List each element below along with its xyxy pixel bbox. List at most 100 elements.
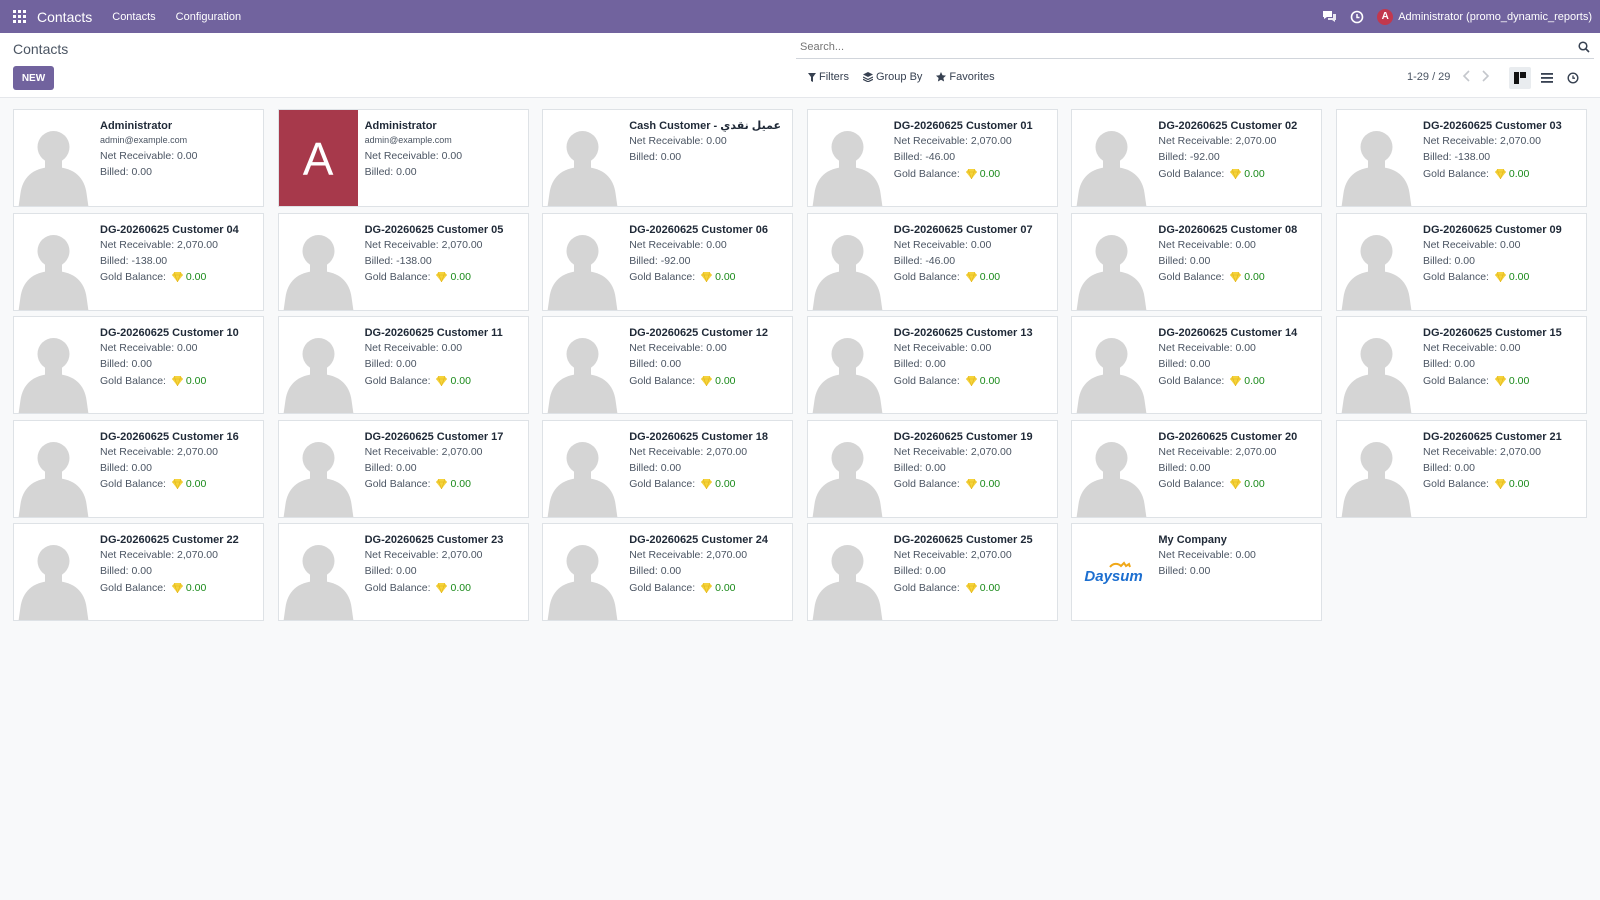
net-receivable: Net Receivable: 0.00	[629, 340, 788, 356]
contact-card[interactable]: DG-20260625 Customer 21 Net Receivable: 2…	[1336, 419, 1587, 518]
contact-card[interactable]: DG-20260625 Customer 25 Net Receivable: 2…	[806, 523, 1058, 621]
contact-card[interactable]: DG-20260625 Customer 14 Net Receivable: 0…	[1071, 316, 1323, 414]
search-icon[interactable]	[1578, 41, 1590, 56]
filters-button[interactable]: Filters	[808, 71, 849, 83]
activity-view-icon[interactable]	[1562, 67, 1584, 89]
gold-balance: Gold Balance: 0.00	[629, 580, 788, 596]
net-receivable-label: Net Receivable:	[1158, 549, 1236, 561]
contact-card[interactable]: DG-20260625 Customer 12 Net Receivable: 0…	[542, 316, 794, 414]
gold-balance: Gold Balance: 0.00	[1158, 373, 1317, 389]
net-receivable-value: 2,070.00	[441, 238, 483, 251]
avatar-placeholder	[807, 524, 887, 620]
billed: Billed: 0.00	[100, 460, 259, 476]
net-receivable-label: Net Receivable:	[629, 445, 707, 458]
net-receivable-value: 0.00	[177, 150, 198, 162]
chat-icon[interactable]	[1321, 9, 1337, 25]
card-body: DG-20260625 Customer 13 Net Receivable: 0…	[894, 326, 1053, 389]
billed: Billed: 0.00	[629, 460, 788, 476]
contact-card[interactable]: DG-20260625 Customer 23 Net Receivable: 2…	[277, 523, 529, 621]
gold-balance-value: 0.00	[1508, 167, 1530, 180]
contact-card[interactable]: DG-20260625 Customer 13 Net Receivable: 0…	[806, 316, 1058, 414]
billed-value: 0.00	[131, 358, 152, 371]
gold-balance: Gold Balance: 0.00	[100, 476, 259, 492]
favorites-button[interactable]: Favorites	[936, 71, 995, 83]
contact-card[interactable]: DG-20260625 Customer 04 Net Receivable: 2…	[13, 212, 264, 311]
menu-configuration[interactable]: Configuration	[176, 11, 241, 23]
contact-card[interactable]: DG-20260625 Customer 11 Net Receivable: 0…	[277, 316, 529, 414]
net-receivable: Net Receivable: 2,070.00	[100, 237, 259, 253]
gold-balance-label: Gold Balance:	[1423, 271, 1492, 284]
menu-contacts[interactable]: Contacts	[112, 11, 155, 23]
contact-name: DG-20260625 Customer 06	[629, 223, 768, 236]
chevron-left-icon[interactable]	[1462, 69, 1472, 86]
new-button[interactable]: NEW	[13, 66, 54, 90]
star-icon	[936, 72, 947, 82]
contact-card[interactable]: DG-20260625 Customer 17 Net Receivable: 2…	[277, 419, 529, 518]
net-receivable-label: Net Receivable:	[1158, 238, 1236, 251]
contact-card[interactable]: DG-20260625 Customer 20 Net Receivable: 2…	[1071, 419, 1323, 518]
billed-value: 0.00	[925, 461, 946, 474]
billed-value: -92.00	[660, 254, 691, 267]
list-view-icon[interactable]	[1536, 67, 1558, 89]
billed-label: Billed:	[1423, 151, 1455, 164]
billed: Billed: -138.00	[1423, 149, 1582, 165]
user-menu[interactable]: A Administrator (promo_dynamic_reports)	[1377, 8, 1592, 25]
group-by-button[interactable]: Group By	[862, 71, 923, 83]
billed-label: Billed:	[364, 166, 397, 179]
contact-card[interactable]: DG-20260625 Customer 09 Net Receivable: 0…	[1336, 212, 1587, 311]
app-brand[interactable]: Contacts	[37, 9, 92, 25]
gem-icon	[169, 375, 186, 387]
contact-card[interactable]: DG-20260625 Customer 18 Net Receivable: 2…	[542, 419, 794, 518]
user-name: Administrator (promo_dynamic_reports)	[1398, 10, 1592, 23]
billed: Billed: 0.00	[1158, 356, 1317, 372]
search-input[interactable]	[796, 37, 1566, 57]
card-body: My Company Net Receivable: 0.00 Billed: 0.…	[1158, 533, 1317, 580]
contact-name: DG-20260625 Customer 13	[893, 327, 1033, 339]
clock-icon[interactable]	[1349, 9, 1365, 25]
billed: Billed: 0.00	[1423, 460, 1582, 476]
contact-card[interactable]: DG-20260625 Customer 07 Net Receivable: 0…	[806, 212, 1058, 311]
gold-balance-value: 0.00	[715, 271, 736, 284]
contact-card[interactable]: DG-20260625 Customer 24 Net Receivable: 2…	[542, 523, 794, 621]
avatar-placeholder	[1337, 213, 1416, 310]
contact-email: admin@example.com	[364, 135, 452, 145]
kanban-view-icon[interactable]	[1509, 67, 1531, 89]
contact-card[interactable]: DG-20260625 Customer 03 Net Receivable: 2…	[1336, 109, 1587, 207]
contact-name: DG-20260625 Customer 09	[1423, 223, 1562, 236]
billed-label: Billed:	[1158, 461, 1190, 474]
gem-icon	[963, 582, 980, 594]
pager-value[interactable]: 1-29 / 29	[1407, 71, 1450, 83]
apps-grid-icon[interactable]	[13, 9, 27, 24]
contact-card[interactable]: DG-20260625 Customer 16 Net Receivable: 2…	[13, 419, 264, 518]
contact-card[interactable]: DG-20260625 Customer 15 Net Receivable: 0…	[1336, 316, 1587, 414]
billed-value: 0.00	[1189, 461, 1211, 474]
billed-value: 0.00	[1189, 358, 1211, 371]
contact-card[interactable]: DG-20260625 Customer 08 Net Receivable: 0…	[1071, 212, 1323, 311]
billed: Billed: 0.00	[365, 460, 524, 476]
contact-card[interactable]: DG-20260625 Customer 10 Net Receivable: 0…	[13, 316, 264, 414]
net-receivable-value: 0.00	[1235, 238, 1256, 251]
contact-card[interactable]: DG-20260625 Customer 19 Net Receivable: 2…	[806, 419, 1058, 518]
net-receivable-label: Net Receivable:	[893, 342, 971, 354]
gold-balance-value: 0.00	[979, 167, 1001, 180]
contact-card[interactable]: DG-20260625 Customer 01 Net Receivable: 2…	[806, 109, 1058, 207]
gold-balance-value: 0.00	[450, 374, 471, 387]
billed-label: Billed:	[364, 358, 397, 371]
gold-balance-label: Gold Balance:	[1423, 478, 1492, 491]
gold-balance: Gold Balance: 0.00	[365, 373, 524, 389]
contact-card[interactable]: DG-20260625 Customer 05 Net Receivable: 2…	[277, 212, 529, 311]
contact-card[interactable]: DG-20260625 Customer 02 Net Receivable: 2…	[1071, 109, 1323, 207]
gold-balance: Gold Balance: 0.00	[629, 476, 788, 492]
contact-name: DG-20260625 Customer 05	[364, 223, 504, 236]
chevron-right-icon[interactable]	[1480, 69, 1490, 86]
contact-card[interactable]: DG-20260625 Customer 22 Net Receivable: 2…	[13, 523, 264, 621]
contact-card[interactable]: Daysum My Company Net Receivable: 0.00 Bill…	[1071, 523, 1323, 621]
contact-card[interactable]: Administrator admin@example.com Net Receiv…	[13, 109, 264, 207]
contact-card[interactable]: Cash Customer - عميل نقدي Net Receivable:…	[542, 109, 794, 207]
net-receivable: Net Receivable: 2,070.00	[100, 547, 259, 563]
group-by-label: Group By	[875, 71, 923, 83]
billed-value: 0.00	[131, 461, 152, 474]
contact-card[interactable]: A Administrator admin@example.com Net Recei…	[277, 109, 529, 207]
contact-card[interactable]: DG-20260625 Customer 06 Net Receivable: 0…	[542, 212, 794, 311]
gold-balance: Gold Balance: 0.00	[1423, 476, 1582, 492]
